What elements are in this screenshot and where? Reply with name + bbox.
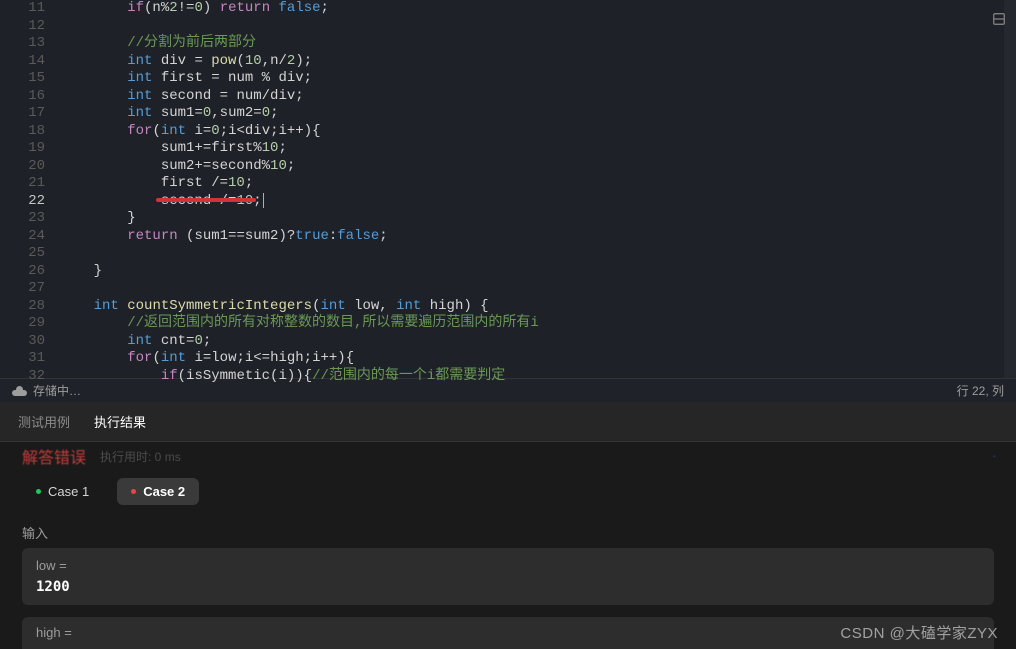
code-line[interactable]: int cnt=0;	[60, 333, 1016, 351]
code-area[interactable]: if(n%2!=0) return false; //分割为前后两部分 int …	[60, 0, 1016, 378]
line-number: 22	[0, 193, 45, 211]
code-line[interactable]: //返回范围内的所有对称整数的数目,所以需要遍历范围内的所有i	[60, 315, 1016, 333]
line-number: 23	[0, 210, 45, 228]
code-line[interactable]	[60, 18, 1016, 36]
code-line[interactable]: int second = num/div;	[60, 88, 1016, 106]
code-line[interactable]: }	[60, 210, 1016, 228]
panel-body: . 解答错误 执行用时: 0 ms Case 1 Case 2 输入 low =…	[0, 442, 1016, 649]
line-number: 24	[0, 228, 45, 246]
line-number: 32	[0, 368, 45, 386]
detail-link[interactable]: .	[993, 446, 996, 460]
input-low-box[interactable]: low = 1200	[22, 548, 994, 605]
code-line[interactable]: int div = pow(10,n/2);	[60, 53, 1016, 71]
line-number: 15	[0, 70, 45, 88]
code-line[interactable]: int sum1=0,sum2=0;	[60, 105, 1016, 123]
code-line[interactable]: sum1+=first%10;	[60, 140, 1016, 158]
line-number: 19	[0, 140, 45, 158]
line-number: 13	[0, 35, 45, 53]
line-number: 29	[0, 315, 45, 333]
line-number: 25	[0, 245, 45, 263]
runtime-text: 执行用时: 0 ms	[100, 448, 181, 465]
code-line[interactable]: sum2+=second%10;	[60, 158, 1016, 176]
error-status: 解答错误	[22, 444, 86, 468]
line-number: 17	[0, 105, 45, 123]
code-line[interactable]	[60, 245, 1016, 263]
code-line[interactable]: for(int i=low;i<=high;i++){	[60, 350, 1016, 368]
line-number: 20	[0, 158, 45, 176]
code-editor[interactable]: 1112131415161718192021222324252627282930…	[0, 0, 1016, 378]
code-line[interactable]: //分割为前后两部分	[60, 35, 1016, 53]
code-line[interactable]: int countSymmetricIntegers(int low, int …	[60, 298, 1016, 316]
tab-testcases[interactable]: 测试用例	[18, 412, 70, 431]
code-line[interactable]: int first = num % div;	[60, 70, 1016, 88]
line-number: 26	[0, 263, 45, 281]
line-number: 31	[0, 350, 45, 368]
line-number: 11	[0, 0, 45, 18]
code-line[interactable]: if(n%2!=0) return false;	[60, 0, 1016, 18]
code-line[interactable]: return (sum1==sum2)?true:false;	[60, 228, 1016, 246]
code-line[interactable]: for(int i=0;i<div;i++){	[60, 123, 1016, 141]
cloud-icon	[12, 386, 27, 396]
text-cursor	[263, 193, 264, 208]
line-number: 16	[0, 88, 45, 106]
line-number: 28	[0, 298, 45, 316]
watermark: CSDN @大磕学家ZYX	[840, 622, 998, 643]
input-label: 输入	[22, 523, 994, 542]
line-number-gutter: 1112131415161718192021222324252627282930…	[0, 0, 60, 378]
line-number: 18	[0, 123, 45, 141]
line-number: 21	[0, 175, 45, 193]
code-line[interactable]: if(isSymmetic(i)){//范围内的每一个i都需要判定	[60, 368, 1016, 386]
high-key: high =	[36, 625, 980, 640]
low-value: 1200	[36, 579, 980, 595]
case-1[interactable]: Case 1	[22, 478, 103, 505]
line-number: 30	[0, 333, 45, 351]
results-panel: 测试用例 执行结果 . 解答错误 执行用时: 0 ms Case 1 Case …	[0, 402, 1016, 649]
tab-result[interactable]: 执行结果	[94, 412, 146, 431]
layout-icon[interactable]	[992, 12, 1006, 26]
line-number: 27	[0, 280, 45, 298]
panel-tabs: 测试用例 执行结果	[0, 402, 1016, 442]
code-line[interactable]	[60, 280, 1016, 298]
code-line[interactable]: }	[60, 263, 1016, 281]
line-number: 14	[0, 53, 45, 71]
minimap[interactable]	[1004, 0, 1016, 378]
line-number: 12	[0, 18, 45, 36]
low-key: low =	[36, 558, 980, 573]
code-line[interactable]: first /=10;	[60, 175, 1016, 193]
test-cases: Case 1 Case 2	[22, 478, 994, 505]
case-2[interactable]: Case 2	[117, 478, 199, 505]
error-underline	[156, 198, 256, 202]
